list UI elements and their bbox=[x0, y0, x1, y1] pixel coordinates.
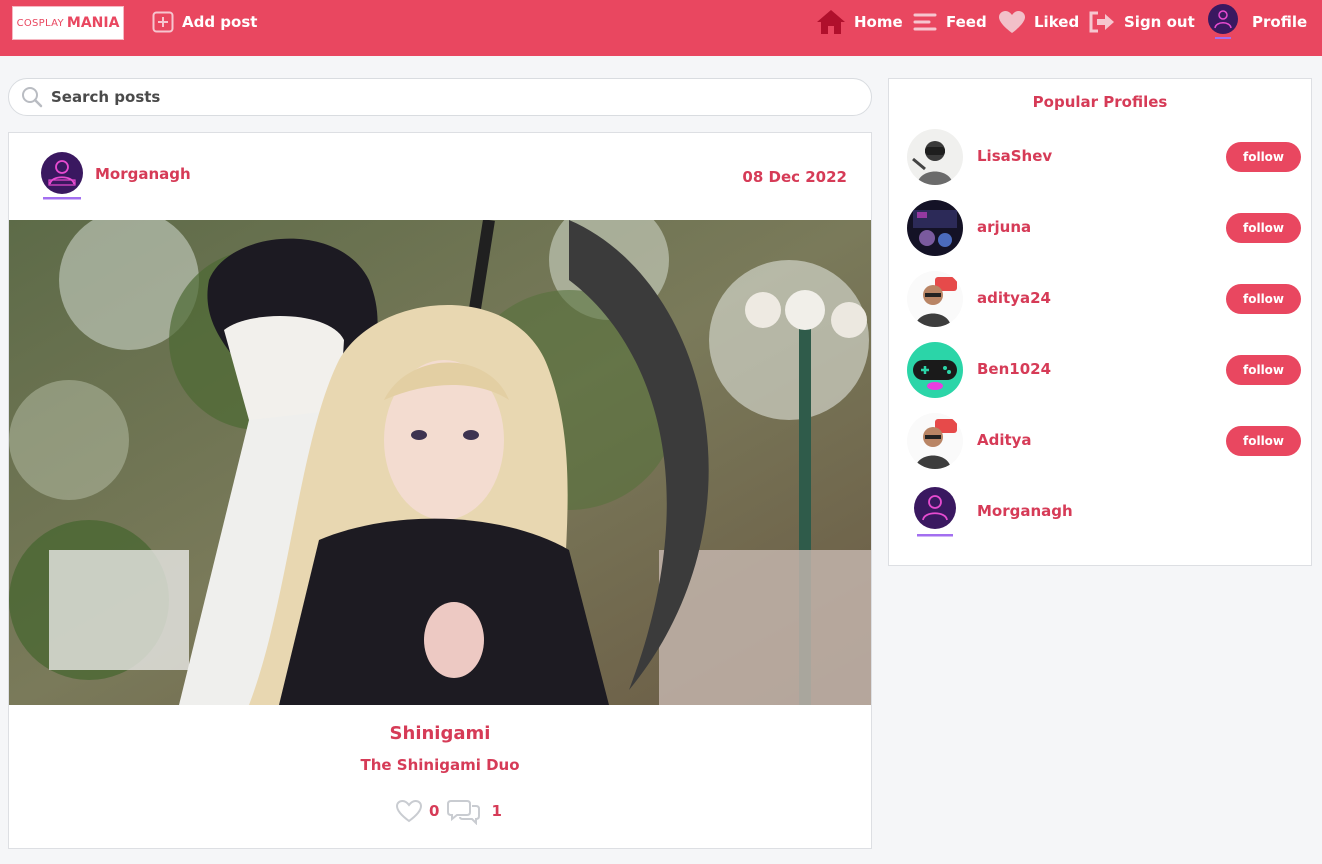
post-date: 08 Dec 2022 bbox=[742, 168, 847, 186]
post-title: Shinigami bbox=[389, 723, 491, 744]
comment-icon[interactable] bbox=[447, 797, 481, 825]
comment-count: 1 bbox=[491, 802, 502, 820]
profile-row: aditya24 follow bbox=[907, 271, 1301, 327]
profile-name[interactable]: Aditya bbox=[977, 431, 1032, 449]
profile-row: Aditya follow bbox=[907, 413, 1301, 469]
profile-row: LisaShev follow bbox=[907, 129, 1301, 185]
nav-sign-out[interactable]: Sign out bbox=[1088, 0, 1195, 44]
like-heart-icon[interactable] bbox=[395, 799, 423, 823]
follow-button[interactable]: follow bbox=[1226, 142, 1301, 172]
nav-profile[interactable]: Profile bbox=[1206, 0, 1307, 44]
follow-button[interactable]: follow bbox=[1226, 213, 1301, 243]
nav-home[interactable]: Home bbox=[816, 0, 903, 44]
profile-avatar[interactable] bbox=[907, 129, 963, 185]
author-avatar[interactable] bbox=[39, 151, 85, 201]
post-subtitle: The Shinigami Duo bbox=[360, 756, 520, 774]
profile-avatar[interactable] bbox=[907, 200, 963, 256]
post-stats: 0 1 bbox=[395, 797, 502, 825]
logo-text-cosplay: COSPLAY bbox=[16, 17, 64, 29]
profile-name[interactable]: Morganagh bbox=[977, 502, 1073, 520]
add-post-link[interactable]: Add post bbox=[152, 0, 257, 44]
nav-liked-label: Liked bbox=[1034, 13, 1080, 31]
search-icon bbox=[22, 87, 43, 108]
profile-avatar[interactable] bbox=[907, 342, 963, 398]
nav-feed-label: Feed bbox=[946, 13, 987, 31]
profile-row: Morganagh bbox=[907, 484, 1301, 540]
search-input[interactable] bbox=[51, 88, 831, 106]
navbar: COSPLAY MANIA Add post Home Feed Liked S… bbox=[0, 0, 1322, 56]
like-count: 0 bbox=[429, 802, 440, 820]
sign-out-icon bbox=[1089, 11, 1114, 33]
logo-text-mania: MANIA bbox=[66, 15, 120, 31]
add-square-icon bbox=[152, 11, 174, 33]
menu-lines-icon bbox=[913, 13, 937, 31]
search-bar bbox=[8, 78, 872, 116]
nav-sign-out-label: Sign out bbox=[1124, 13, 1195, 31]
profile-avatar[interactable] bbox=[907, 484, 963, 540]
popular-profiles-title: Popular Profiles bbox=[1032, 93, 1168, 111]
profile-avatar[interactable] bbox=[907, 413, 963, 469]
post-photo[interactable] bbox=[9, 220, 871, 705]
follow-button[interactable]: follow bbox=[1226, 426, 1301, 456]
popular-profiles-panel: Popular Profiles LisaShev follow arjuna … bbox=[888, 78, 1312, 566]
profile-name[interactable]: aditya24 bbox=[977, 289, 1051, 307]
profile-avatar[interactable] bbox=[907, 271, 963, 327]
home-icon bbox=[817, 10, 845, 34]
nav-feed[interactable]: Feed bbox=[912, 0, 987, 44]
profile-name[interactable]: Ben1024 bbox=[977, 360, 1051, 378]
profile-row: arjuna follow bbox=[907, 200, 1301, 256]
nav-profile-label: Profile bbox=[1252, 13, 1308, 31]
post-card: Morganagh 08 Dec 2022 Shinigami The Shin… bbox=[8, 132, 872, 849]
profile-avatar bbox=[1208, 4, 1238, 39]
add-post-label: Add post bbox=[182, 13, 258, 31]
follow-button[interactable]: follow bbox=[1226, 284, 1301, 314]
nav-home-label: Home bbox=[854, 13, 903, 31]
profile-name[interactable]: LisaShev bbox=[977, 147, 1052, 165]
nav-liked[interactable]: Liked bbox=[998, 0, 1079, 44]
post-author[interactable]: Morganagh bbox=[95, 165, 191, 183]
site-logo[interactable]: COSPLAY MANIA bbox=[12, 6, 124, 40]
profile-row: Ben1024 follow bbox=[907, 342, 1301, 398]
profile-name[interactable]: arjuna bbox=[977, 218, 1031, 236]
heart-icon bbox=[999, 11, 1025, 33]
follow-button[interactable]: follow bbox=[1226, 355, 1301, 385]
